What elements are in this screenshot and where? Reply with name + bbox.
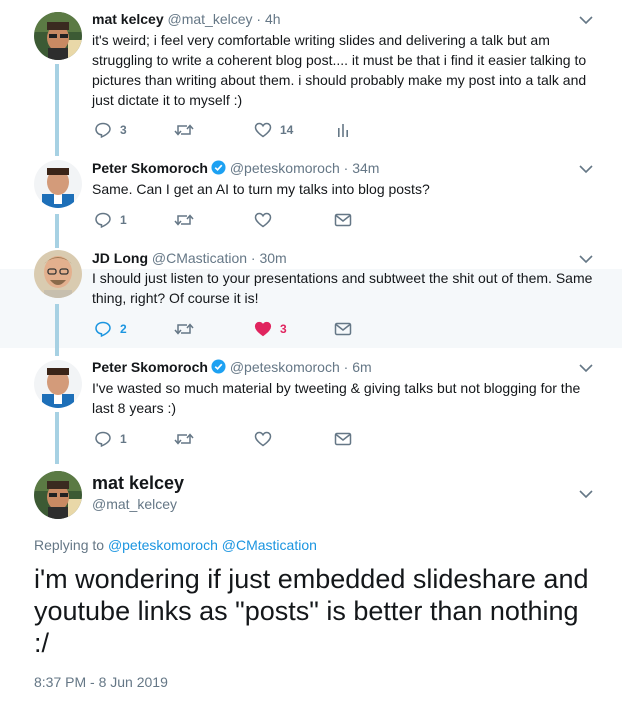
user-handle[interactable]: @peteskomoroch [230,359,340,375]
retweet-button[interactable] [174,429,202,449]
reply-icon [95,122,111,139]
reply-button[interactable]: 2 [94,319,127,339]
mention-link[interactable]: @peteskomoroch [108,537,218,553]
tweet-2[interactable]: Peter Skomoroch @peteskomoroch · 34m Sam… [0,150,622,250]
reply-button[interactable]: 1 [94,210,127,230]
reply-icon [95,321,111,338]
reply-button[interactable]: 3 [94,120,127,140]
chevron-down-icon[interactable] [578,251,594,267]
like-count: 14 [280,123,294,137]
tweet-text: Same. Can I get an AI to turn my talks i… [92,181,430,197]
chevron-down-icon[interactable] [578,161,594,177]
tweet-timestamp[interactable]: 8:37 PM - 8 Jun 2019 [34,674,168,690]
retweet-icon [174,433,194,445]
direct-message-button[interactable] [334,429,352,449]
like-count: 3 [280,322,287,336]
tweet-text: I should just listen to your presentatio… [92,270,593,306]
retweet-icon [174,214,194,226]
avatar[interactable] [34,360,82,408]
tweet-actions: 1 [92,429,492,449]
timestamp[interactable]: · 34m [344,160,380,176]
reply-count: 1 [120,432,127,446]
tweet-text: I've wasted so much material by tweeting… [92,380,581,416]
avatar[interactable] [34,471,82,519]
reply-icon [95,212,111,229]
display-name[interactable]: JD Long [92,250,148,266]
timestamp[interactable]: · 6m [344,359,372,375]
tweet-header: JD Long @CMastication · 30m [92,249,287,267]
display-name[interactable]: mat kelcey [92,11,164,27]
replying-label: Replying to [34,537,105,553]
like-button[interactable] [254,210,280,230]
chevron-down-icon[interactable] [578,12,594,28]
replying-to: Replying to @peteskomoroch @CMastication [34,537,317,553]
reply-count: 3 [120,123,127,137]
heart-icon [254,431,272,447]
reply-button[interactable]: 1 [94,429,127,449]
user-handle[interactable]: @mat_kelcey [92,496,177,512]
heart-icon [254,212,272,228]
verified-badge-icon [211,359,226,374]
retweet-button[interactable] [174,210,202,230]
direct-message-button[interactable] [334,210,352,230]
user-handle[interactable]: @peteskomoroch [230,160,340,176]
display-name[interactable]: mat kelcey [92,473,184,494]
thread-line [55,64,59,156]
retweet-icon [174,124,194,136]
tweet-text: i'm wondering if just embedded slideshar… [34,564,589,658]
retweet-button[interactable] [174,120,202,140]
envelope-icon [334,213,352,227]
direct-message-button[interactable] [334,319,352,339]
display-name[interactable]: Peter Skomoroch [92,160,208,176]
tweet-1[interactable]: mat kelcey @mat_kelcey · 4h it's weird; … [0,0,622,156]
like-button[interactable]: 3 [254,319,287,339]
tweet-actions: 2 3 [92,319,492,339]
tweet-header: Peter Skomoroch @peteskomoroch · 6m [92,358,372,376]
user-handle[interactable]: @mat_kelcey [168,11,253,27]
reply-icon [95,431,111,448]
tweet-4[interactable]: Peter Skomoroch @peteskomoroch · 6m I've… [0,348,622,464]
envelope-icon [334,322,352,336]
reply-count: 2 [120,322,127,336]
mention-link[interactable]: @CMastication [222,537,317,553]
retweet-icon [174,323,194,335]
tweet-3-content[interactable]: JD Long @CMastication · 30m I should jus… [0,249,622,356]
chevron-down-icon[interactable] [578,486,594,502]
user-handle[interactable]: @CMastication [152,250,247,266]
reply-count: 1 [120,213,127,227]
thread-line [55,214,59,248]
tweet-header: mat kelcey @mat_kelcey · 4h [92,10,281,28]
verified-badge-icon [211,160,226,175]
timestamp[interactable]: · 30m [251,250,287,266]
timestamp[interactable]: · 4h [256,11,280,27]
analytics-button[interactable] [334,120,352,140]
tweet-actions: 1 [92,210,492,230]
heart-icon [254,122,272,138]
tweet-actions: 3 14 [92,120,492,140]
like-button[interactable]: 14 [254,120,293,140]
tweet-text: it's weird; i feel very comfortable writ… [92,32,587,108]
tweet-header: Peter Skomoroch @peteskomoroch · 34m [92,159,379,177]
retweet-button[interactable] [174,319,202,339]
avatar[interactable] [34,12,82,60]
envelope-icon [334,432,352,446]
avatar[interactable] [34,250,82,298]
thread-line [55,412,59,464]
chevron-down-icon[interactable] [578,360,594,376]
heart-filled-icon [254,321,272,337]
display-name[interactable]: Peter Skomoroch [92,359,208,375]
avatar[interactable] [34,160,82,208]
like-button[interactable] [254,429,280,449]
analytics-icon [338,124,348,137]
